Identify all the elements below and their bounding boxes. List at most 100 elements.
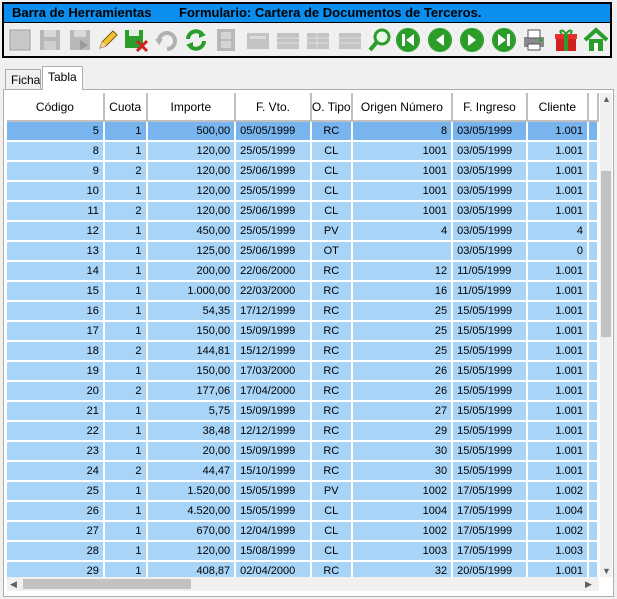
table-row[interactable]: 15 1 1.000,00 22/03/2000 RC 16 11/05/1999 1.001	[7, 282, 599, 302]
cell-cuota[interactable]: 1	[104, 222, 148, 242]
table-row[interactable]: 21 1 5,75 15/09/1999 RC 27 15/05/1999 1.001	[7, 402, 599, 422]
cell-codigo[interactable]: 5	[7, 122, 105, 142]
cell-codigo[interactable]: 17	[7, 322, 105, 342]
cell-cliente[interactable]: 0	[527, 242, 589, 262]
cell-origen-numero[interactable]: 1003	[352, 542, 454, 562]
column-header-cuota[interactable]: Cuota	[104, 93, 148, 122]
column-header-extra[interactable]	[588, 93, 599, 122]
cell-origen-numero[interactable]: 1002	[352, 522, 454, 542]
table-row[interactable]: 13 1 125,00 25/06/1999 OT 03/05/1999 0	[7, 242, 599, 262]
cell-importe[interactable]: 1.520,00	[147, 482, 237, 502]
cell-otipo[interactable]: PV	[311, 222, 353, 242]
table-row[interactable]: 5 1 500,00 05/05/1999 RC 8 03/05/1999 1.001	[7, 122, 599, 142]
cell-otipo[interactable]: RC	[311, 562, 353, 577]
cell-fvto[interactable]: 17/03/2000	[236, 362, 312, 382]
cell-origen-numero[interactable]: 25	[352, 322, 454, 342]
scroll-left-icon[interactable]: ◀	[10, 578, 17, 590]
data-grid[interactable]: Código Cuota Importe F. Vto. O. Tipo Ori…	[7, 93, 599, 577]
cell-cuota[interactable]: 1	[104, 302, 148, 322]
cell-fingreso[interactable]: 15/05/1999	[453, 442, 528, 462]
cell-extra[interactable]	[588, 162, 599, 182]
cell-cuota[interactable]: 1	[104, 502, 148, 522]
cell-cliente[interactable]: 1.001	[527, 562, 589, 577]
scroll-down-icon[interactable]: ▼	[602, 565, 611, 577]
table-row[interactable]: 22 1 38,48 12/12/1999 RC 29 15/05/1999 1.001	[7, 422, 599, 442]
cell-fingreso[interactable]: 15/05/1999	[453, 322, 528, 342]
cell-fingreso[interactable]: 15/05/1999	[453, 462, 528, 482]
cell-origen-numero[interactable]: 26	[352, 362, 454, 382]
cell-codigo[interactable]: 26	[7, 502, 105, 522]
table-row[interactable]: 14 1 200,00 22/06/2000 RC 12 11/05/1999 1.001	[7, 262, 599, 282]
cell-otipo[interactable]: CL	[311, 502, 353, 522]
table-row[interactable]: 12 1 450,00 25/05/1999 PV 4 03/05/1999 4	[7, 222, 599, 242]
cell-cuota[interactable]: 1	[104, 422, 148, 442]
cell-fingreso[interactable]: 17/05/1999	[453, 522, 528, 542]
cell-extra[interactable]	[588, 302, 599, 322]
cell-cliente[interactable]: 1.001	[527, 462, 589, 482]
cell-extra[interactable]	[588, 222, 599, 242]
cell-extra[interactable]	[588, 202, 599, 222]
column-header-codigo[interactable]: Código	[7, 93, 105, 122]
home-button[interactable]	[582, 26, 610, 54]
cell-origen-numero[interactable]: 30	[352, 462, 454, 482]
cell-fvto[interactable]: 22/03/2000	[236, 282, 312, 302]
cell-cuota[interactable]: 1	[104, 322, 148, 342]
cell-extra[interactable]	[588, 562, 599, 577]
cell-cliente[interactable]: 1.001	[527, 142, 589, 162]
cell-cliente[interactable]: 1.001	[527, 162, 589, 182]
cell-cuota[interactable]: 1	[104, 242, 148, 262]
cell-fvto[interactable]: 17/12/1999	[236, 302, 312, 322]
cell-cliente[interactable]: 4	[527, 222, 589, 242]
column-header-fvto[interactable]: F. Vto.	[236, 93, 312, 122]
cell-fvto[interactable]: 15/09/1999	[236, 442, 312, 462]
cell-origen-numero[interactable]: 25	[352, 342, 454, 362]
cell-importe[interactable]: 38,48	[147, 422, 237, 442]
cell-fingreso[interactable]: 03/05/1999	[453, 222, 528, 242]
cell-otipo[interactable]: PV	[311, 482, 353, 502]
cell-importe[interactable]: 450,00	[147, 222, 237, 242]
cell-fvto[interactable]: 12/04/1999	[236, 522, 312, 542]
cell-otipo[interactable]: CL	[311, 522, 353, 542]
cell-fvto[interactable]: 15/09/1999	[236, 402, 312, 422]
first-record-button[interactable]	[394, 26, 422, 54]
cell-origen-numero[interactable]: 29	[352, 422, 454, 442]
cell-codigo[interactable]: 14	[7, 262, 105, 282]
cell-fingreso[interactable]: 15/05/1999	[453, 302, 528, 322]
cell-importe[interactable]: 408,87	[147, 562, 237, 577]
cell-otipo[interactable]: RC	[311, 282, 353, 302]
cell-origen-numero[interactable]: 25	[352, 302, 454, 322]
next-record-button[interactable]	[458, 26, 486, 54]
cell-otipo[interactable]: RC	[311, 122, 353, 142]
cell-fvto[interactable]: 15/08/1999	[236, 542, 312, 562]
cell-fvto[interactable]: 25/05/1999	[236, 222, 312, 242]
cell-cuota[interactable]: 1	[104, 282, 148, 302]
cell-extra[interactable]	[588, 482, 599, 502]
cell-otipo[interactable]: RC	[311, 362, 353, 382]
cell-fvto[interactable]: 12/12/1999	[236, 422, 312, 442]
cell-otipo[interactable]: RC	[311, 302, 353, 322]
cell-cuota[interactable]: 1	[104, 142, 148, 162]
cell-fvto[interactable]: 25/05/1999	[236, 142, 312, 162]
cell-otipo[interactable]: RC	[311, 422, 353, 442]
cell-codigo[interactable]: 29	[7, 562, 105, 577]
refresh-button[interactable]	[182, 26, 210, 54]
cell-importe[interactable]: 125,00	[147, 242, 237, 262]
cell-codigo[interactable]: 19	[7, 362, 105, 382]
cell-codigo[interactable]: 15	[7, 282, 105, 302]
cell-cuota[interactable]: 2	[104, 382, 148, 402]
cell-fvto[interactable]: 25/06/1999	[236, 162, 312, 182]
table-row[interactable]: 10 1 120,00 25/05/1999 CL 1001 03/05/1999 1.001	[7, 182, 599, 202]
cell-importe[interactable]: 500,00	[147, 122, 237, 142]
cell-cuota[interactable]: 2	[104, 162, 148, 182]
horizontal-scroll-thumb[interactable]	[23, 579, 191, 589]
cell-otipo[interactable]: RC	[311, 402, 353, 422]
cell-fingreso[interactable]: 03/05/1999	[453, 142, 528, 162]
cell-otipo[interactable]: CL	[311, 202, 353, 222]
cell-origen-numero[interactable]	[352, 242, 454, 262]
cell-cuota[interactable]: 1	[104, 182, 148, 202]
cell-cuota[interactable]: 2	[104, 342, 148, 362]
print-button[interactable]	[520, 26, 548, 54]
cell-origen-numero[interactable]: 32	[352, 562, 454, 577]
cell-extra[interactable]	[588, 382, 599, 402]
cell-extra[interactable]	[588, 362, 599, 382]
